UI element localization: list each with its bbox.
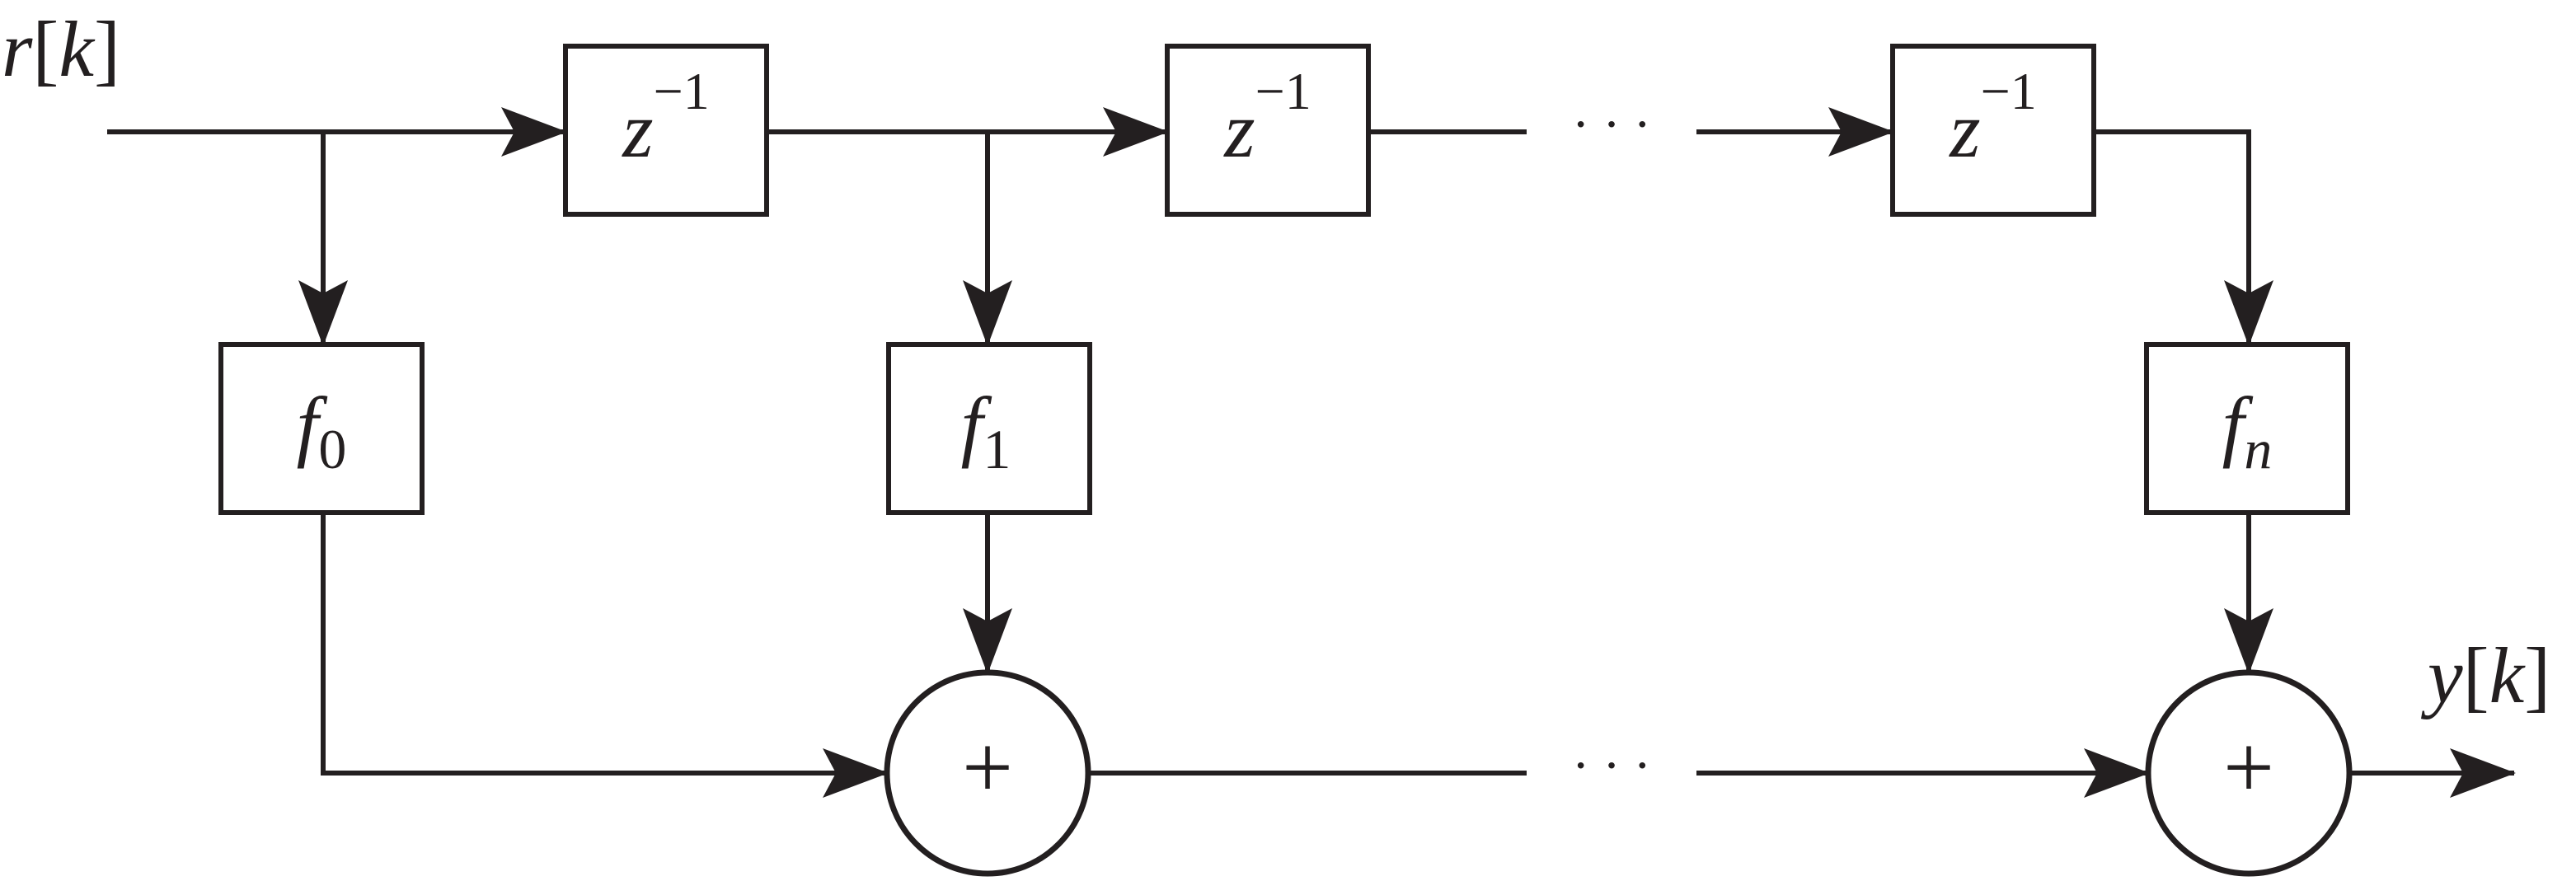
plus-icon: + (962, 717, 1013, 818)
top-ellipsis: · · · (1572, 95, 1651, 153)
fir-filter-diagram: r[k] · · · z−1 z−1 z−1 f0 f1 fn · · · + … (2, 5, 2550, 877)
coefficient-block: f0 (218, 342, 425, 515)
input-bracket-close: ] (94, 5, 120, 93)
delay-block: z−1 (1890, 44, 2096, 217)
delay-block: z−1 (1165, 44, 1371, 217)
coefficient-block: f1 (886, 342, 1092, 515)
input-var: r (2, 5, 33, 93)
input-label: r[k] (2, 5, 120, 93)
plus-icon: + (2223, 717, 2274, 818)
delay-block: z−1 (563, 44, 769, 217)
delay3-to-fn-wire (2094, 129, 2273, 346)
summer: + (2145, 669, 2353, 877)
input-index: k (59, 5, 96, 93)
f0-out-wire (321, 513, 889, 798)
bottom-ellipsis: · · · (1572, 736, 1651, 794)
summer: + (884, 669, 1091, 877)
output-var: y (2420, 631, 2463, 719)
output-index: k (2489, 631, 2527, 719)
input-bracket-open: [ (32, 5, 59, 93)
coefficient-block: fn (2144, 342, 2350, 515)
output-label: y[k] (2420, 631, 2550, 719)
output-bracket-close: ] (2524, 631, 2550, 719)
output-bracket-open: [ (2463, 631, 2489, 719)
